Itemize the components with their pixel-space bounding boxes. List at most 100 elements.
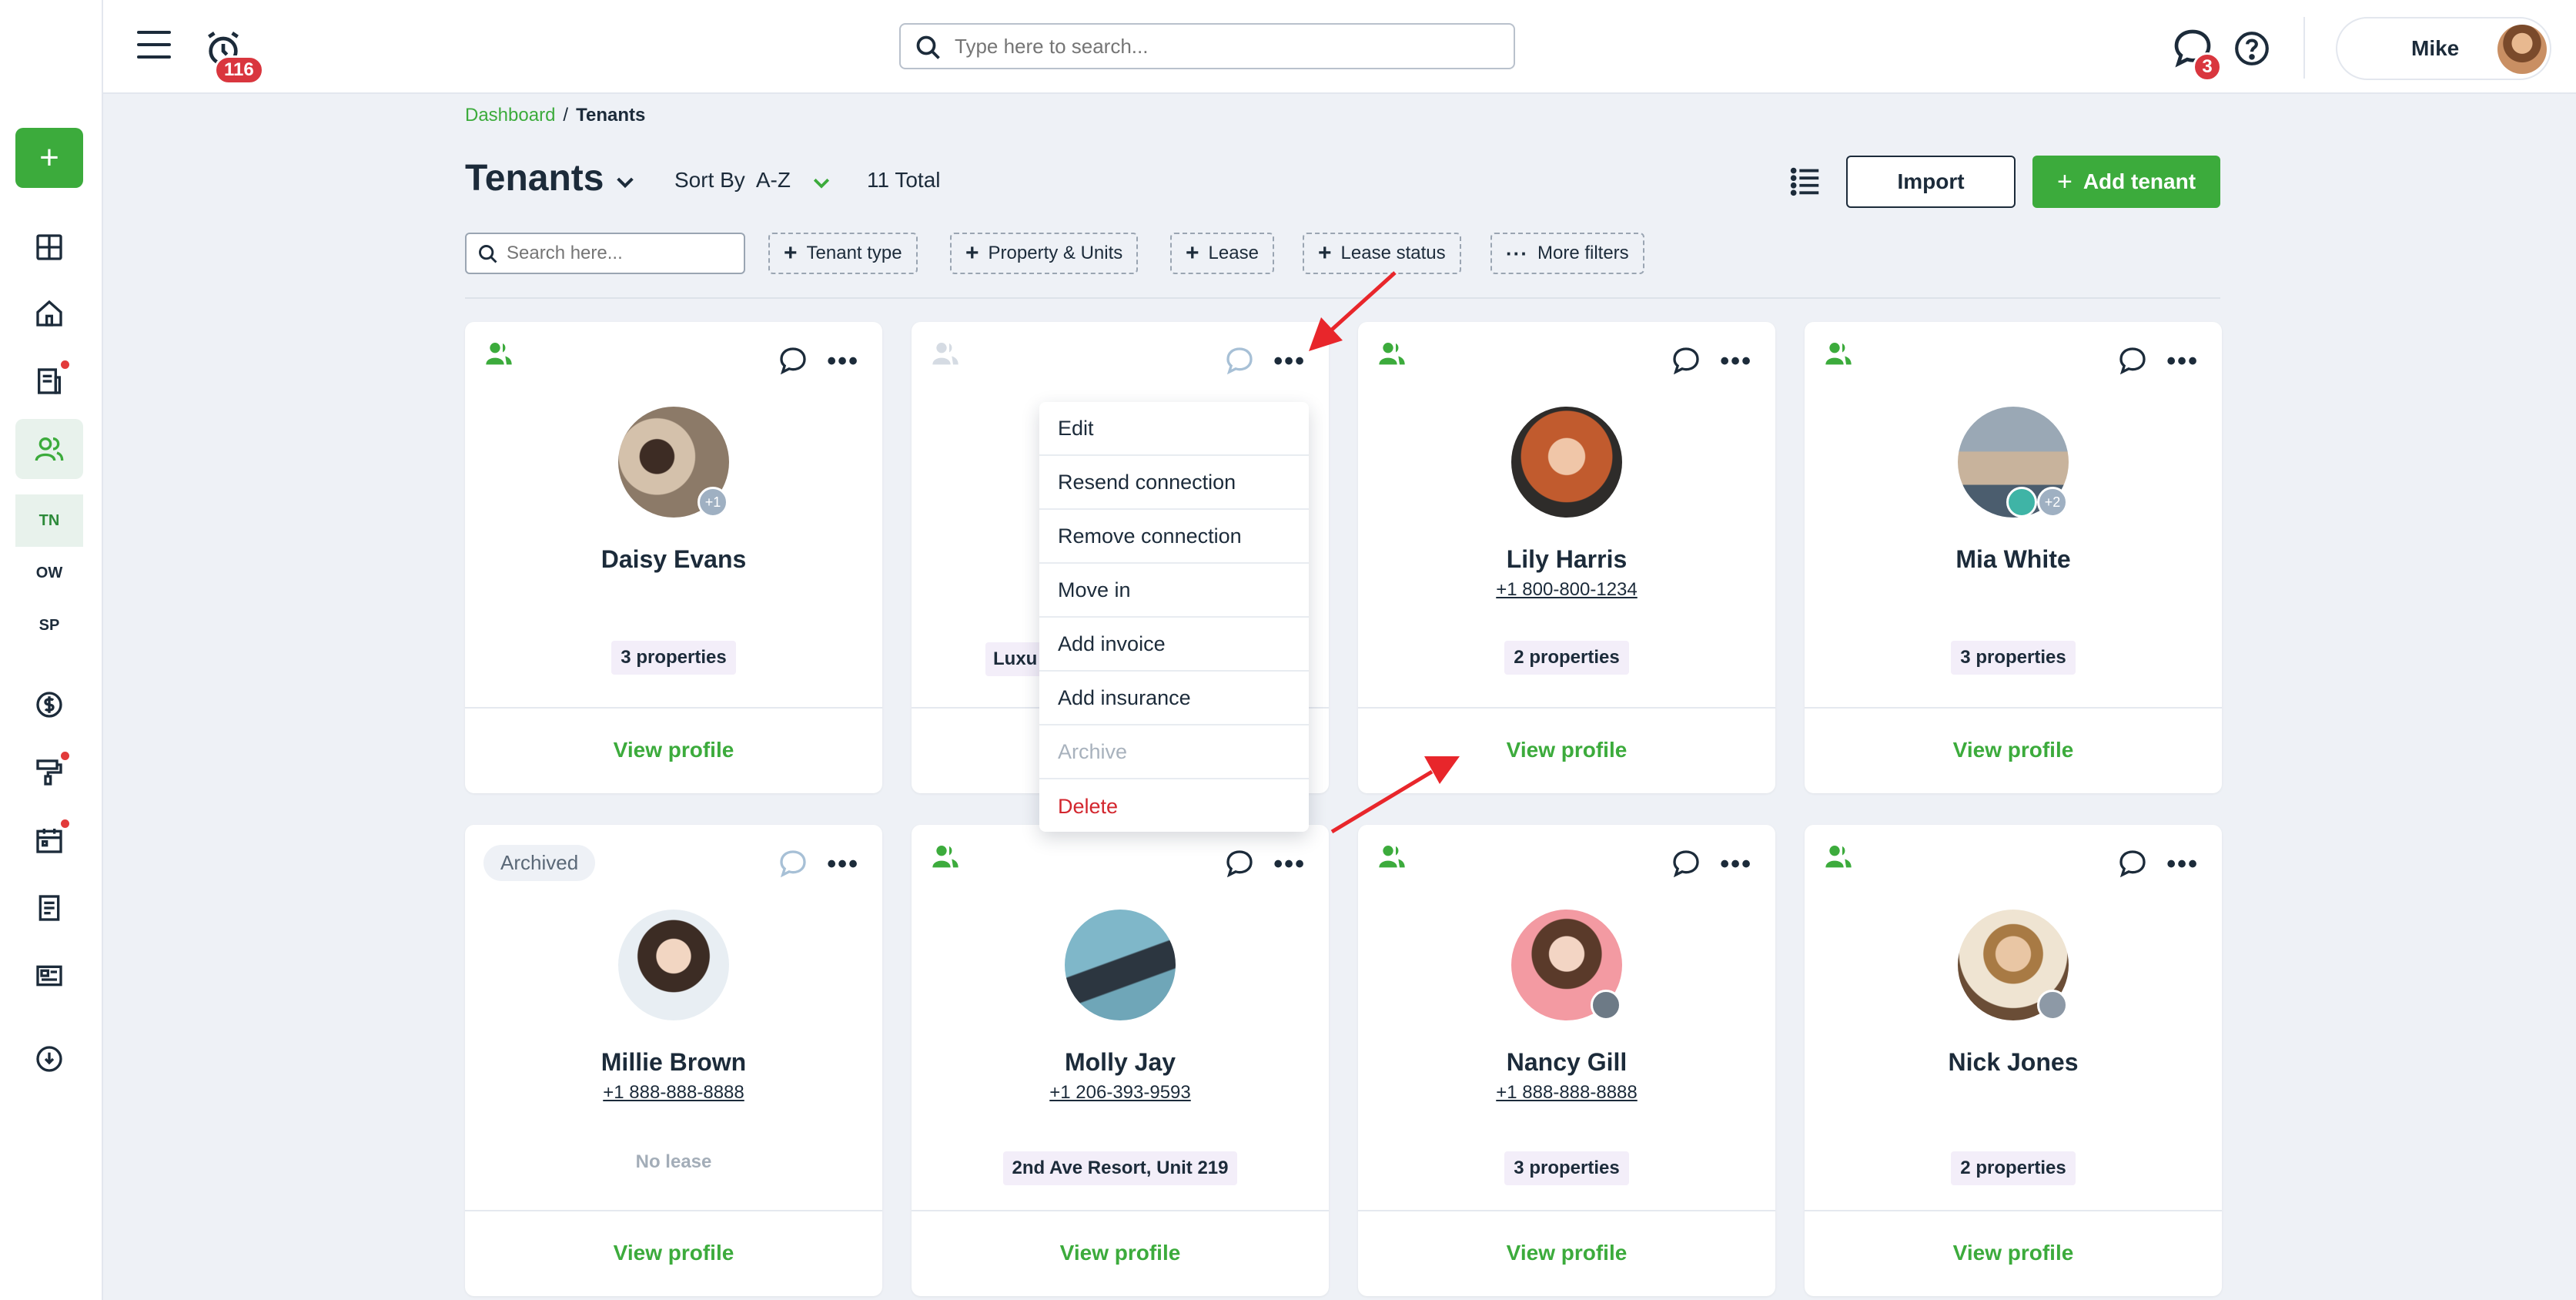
tenant-phone-link[interactable]: +1 206-393-9593 [912, 1082, 1329, 1104]
tenant-name: Molly Jay [1064, 1048, 1176, 1076]
menu-item-add-invoice[interactable]: Add invoice [1039, 618, 1309, 672]
view-profile-link[interactable]: View profile [1358, 1210, 1775, 1296]
sidebar-item-calendar[interactable] [15, 810, 83, 870]
filter-label: Tenant type [806, 243, 902, 263]
help-icon[interactable] [2233, 29, 2271, 68]
menu-item-edit[interactable]: Edit [1039, 402, 1309, 456]
connected-person-icon [1825, 343, 1852, 365]
filter-lease[interactable]: + Lease [1170, 233, 1274, 274]
card-more-options-icon[interactable]: ••• [1720, 851, 1752, 877]
badge-wrap: 3 properties [1358, 1151, 1775, 1185]
view-profile-link[interactable]: View profile [465, 707, 882, 793]
tenant-card: ••• Nancy Gill +1 888-888-8888 3 propert… [1358, 825, 1775, 1296]
tenant-phone-link[interactable]: +1 888-888-8888 [1358, 1082, 1775, 1104]
filter-label: Lease [1208, 243, 1259, 263]
sidebar-item-downloads[interactable] [15, 1029, 83, 1089]
import-button[interactable]: Import [1846, 156, 2016, 208]
card-more-options-icon[interactable]: ••• [2166, 348, 2199, 374]
tenant-card: ••• Molly Jay +1 206-393-9593 2nd Ave Re… [912, 825, 1329, 1296]
dashboard-icon [36, 234, 62, 260]
card-more-options-icon[interactable]: ••• [2166, 851, 2199, 877]
sidebar: + TN OW SP [0, 0, 103, 1300]
chat-icon[interactable] [1224, 848, 1255, 879]
tenant-card: ••• Nick Jones 2 properties View profile [1805, 825, 2222, 1296]
chevron-down-icon[interactable] [810, 171, 833, 194]
sidebar-item-home[interactable] [15, 283, 83, 343]
tenant-search-input[interactable] [507, 243, 744, 264]
tenant-name: Nick Jones [1948, 1048, 2079, 1076]
sidebar-sub-item-tn[interactable]: TN [15, 494, 83, 547]
quick-add-button[interactable]: + [15, 128, 83, 188]
topbar: 116 3 Mike [103, 0, 2576, 94]
view-profile-link[interactable]: View profile [1805, 707, 2222, 793]
card-more-options-icon[interactable]: ••• [1273, 851, 1306, 877]
tenant-phone-link[interactable]: +1 888-888-8888 [465, 1082, 882, 1104]
menu-item-resend-connection[interactable]: Resend connection [1039, 456, 1309, 510]
paint-roller-icon [36, 759, 62, 786]
chat-icon[interactable] [1671, 848, 1701, 879]
calendar-icon [36, 829, 62, 853]
menu-item-move-in[interactable]: Move in [1039, 564, 1309, 618]
properties-badge: 2 properties [1951, 1151, 2076, 1185]
avatar [618, 910, 729, 1020]
sort-dropdown[interactable]: Sort By A-Z [674, 168, 791, 193]
sidebar-sub-item-ow[interactable]: OW [15, 548, 83, 598]
connected-person-icon [1379, 343, 1405, 365]
sidebar-item-reports[interactable] [15, 878, 83, 938]
sidebar-item-people[interactable] [15, 419, 83, 479]
sort-value: A-Z [755, 168, 791, 192]
sidebar-item-listings[interactable] [15, 946, 83, 1006]
add-tenant-button[interactable]: + Add tenant [2032, 156, 2220, 208]
user-menu-button[interactable]: Mike [2336, 17, 2551, 80]
view-profile-link[interactable]: View profile [465, 1210, 882, 1296]
card-more-options-icon[interactable]: ••• [827, 348, 859, 374]
breadcrumb-dashboard-link[interactable]: Dashboard [465, 105, 555, 126]
badge-wrap: 2nd Ave Resort, Unit 219 [912, 1151, 1329, 1185]
tenant-card: ••• +2 Mia White 3 properties View profi… [1805, 322, 2222, 793]
chat-icon[interactable] [1224, 345, 1255, 376]
chat-icon[interactable] [2117, 345, 2148, 376]
property-unit-badge: 2nd Ave Resort, Unit 219 [1002, 1151, 1238, 1185]
notification-dot [61, 360, 69, 369]
search-icon [916, 35, 940, 59]
chat-icon[interactable] [778, 345, 808, 376]
chevron-down-icon[interactable] [613, 169, 637, 194]
tenant-phone-link[interactable]: +1 800-800-1234 [1358, 579, 1775, 601]
sidebar-item-accounting[interactable] [15, 675, 83, 735]
card-more-options-icon[interactable]: ••• [827, 851, 859, 877]
sidebar-item-maintenance[interactable] [15, 742, 83, 802]
plus-icon: + [784, 240, 798, 266]
avatar [1511, 407, 1622, 518]
filter-tenant-type[interactable]: + Tenant type [768, 233, 918, 274]
add-tenant-label: Add tenant [2083, 169, 2196, 193]
view-profile-link[interactable]: View profile [912, 1210, 1329, 1296]
menu-item-delete[interactable]: Delete [1039, 779, 1309, 832]
sort-label: Sort By [674, 168, 745, 192]
connected-person-icon [1825, 846, 1852, 868]
sidebar-item-leases[interactable] [15, 351, 83, 411]
badge-wrap: 3 properties [465, 641, 882, 675]
search-icon [479, 245, 497, 263]
chat-icon[interactable] [1671, 345, 1701, 376]
view-profile-link[interactable]: View profile [1805, 1210, 2222, 1296]
menu-item-add-insurance[interactable]: Add insurance [1039, 672, 1309, 725]
chat-icon[interactable] [778, 848, 808, 879]
view-profile-link[interactable]: View profile [1358, 707, 1775, 793]
filter-property-units[interactable]: + Property & Units [950, 233, 1139, 274]
menu-item-remove-connection[interactable]: Remove connection [1039, 510, 1309, 564]
filter-lease-status[interactable]: + Lease status [1303, 233, 1461, 274]
card-more-options-icon[interactable]: ••• [1720, 348, 1752, 374]
hamburger-menu-icon[interactable] [137, 31, 171, 62]
badge-wrap: 2 properties [1358, 641, 1775, 675]
global-search-input[interactable] [955, 34, 1514, 59]
chat-icon[interactable] [2117, 848, 2148, 879]
filter-more[interactable]: ··· More filters [1490, 233, 1644, 274]
avatar [1065, 910, 1176, 1020]
sidebar-item-dashboard[interactable] [15, 217, 83, 277]
no-lease-text: No lease [635, 1151, 712, 1172]
list-view-icon[interactable] [1788, 163, 1823, 199]
properties-badge: 3 properties [1951, 641, 2076, 675]
sidebar-sub-item-sp[interactable]: SP [15, 601, 83, 650]
card-more-options-icon[interactable]: ••• [1273, 348, 1306, 374]
cloud-download-icon [36, 1046, 62, 1072]
